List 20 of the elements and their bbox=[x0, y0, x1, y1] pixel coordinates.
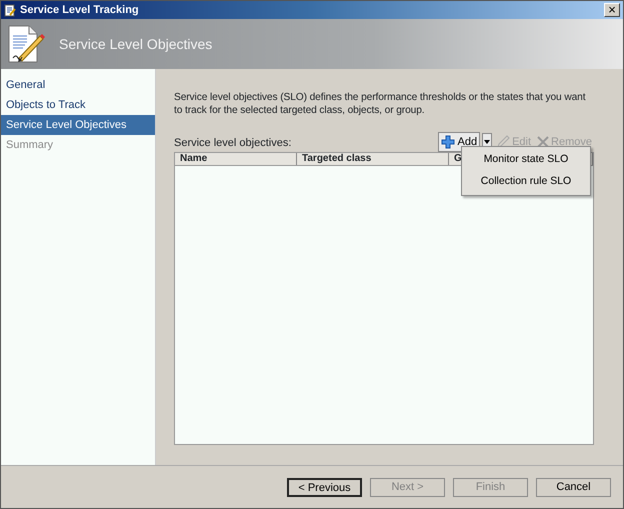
plus-icon bbox=[441, 134, 456, 149]
sidebar-item[interactable]: General bbox=[1, 75, 155, 95]
window-icon bbox=[4, 4, 16, 16]
menu-item[interactable]: Monitor state SLO bbox=[462, 149, 590, 171]
sidebar-item[interactable]: Service Level Objectives bbox=[1, 115, 155, 135]
description-text: Service level objectives (SLO) defines the performance thresholds or the states that you want to track for the selected targeted class, objects, or group. bbox=[174, 91, 586, 117]
column-header[interactable]: Targeted class bbox=[297, 153, 449, 165]
window-title: Service Level Tracking bbox=[20, 2, 139, 18]
sidebar-item[interactable]: Objects to Track bbox=[1, 95, 155, 115]
caret-icon bbox=[484, 140, 490, 144]
x-icon bbox=[537, 136, 550, 148]
wizard-button[interactable]: < Previous bbox=[287, 478, 362, 496]
menu-item[interactable]: Collection rule SLO bbox=[462, 170, 590, 192]
column-header[interactable]: Name bbox=[175, 153, 297, 165]
pencil-icon bbox=[496, 134, 510, 149]
close-button[interactable]: × bbox=[604, 3, 620, 17]
page-title: Service Level Objectives bbox=[59, 34, 212, 54]
wizard-button[interactable]: Cancel bbox=[536, 478, 611, 496]
document-pencil-icon bbox=[7, 24, 45, 64]
list-label: Service level objectives: bbox=[174, 136, 292, 150]
